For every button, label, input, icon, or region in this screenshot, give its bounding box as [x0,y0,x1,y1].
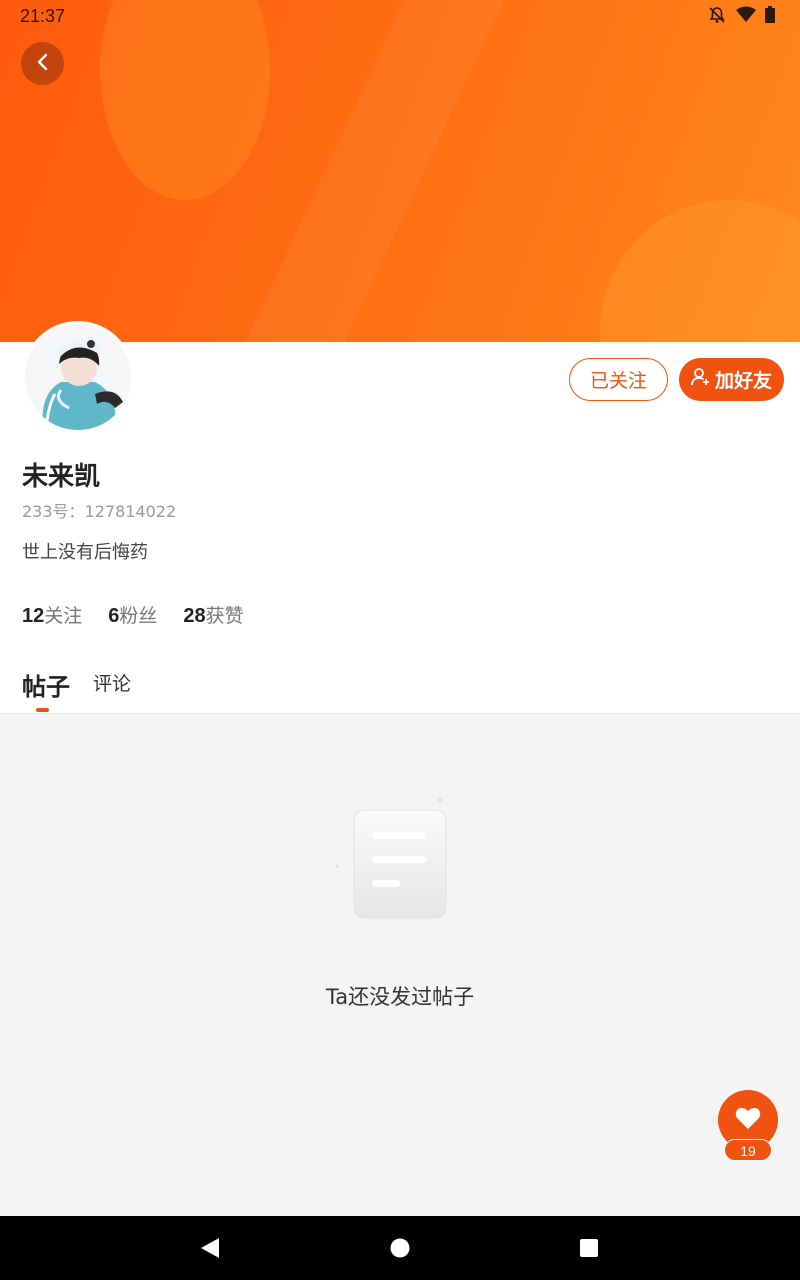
tab-comments[interactable]: 评论 [93,669,131,696]
tab-indicator [36,708,49,712]
recents-square-icon[interactable] [577,1236,601,1260]
like-count-badge: 19 [724,1139,772,1161]
user-id: 233号：127814022 [22,502,177,521]
stat-followers[interactable]: 6粉丝 [108,601,157,628]
avatar[interactable] [22,321,134,433]
battery-icon [764,6,782,24]
user-bio: 世上没有后悔药 [22,542,148,563]
banner-decoration [600,200,800,342]
stats-row: 12关注 6粉丝 28获赞 [22,601,244,628]
add-friend-button[interactable]: 加好友 [679,358,784,401]
stat-value: 12 [22,605,45,627]
stat-following[interactable]: 12关注 [22,601,82,628]
status-bar: 21:37 [0,0,800,32]
stat-likes[interactable]: 28获赞 [183,601,243,628]
profile-banner [0,0,800,342]
stat-value: 6 [108,605,120,627]
bell-off-icon [708,6,726,24]
system-nav-bar [0,1216,800,1280]
banner-decoration [245,0,505,342]
chevron-left-icon [33,52,53,76]
stat-value: 28 [183,605,206,627]
stat-label: 粉丝 [119,605,158,627]
home-circle-icon[interactable] [388,1236,412,1260]
back-button[interactable] [21,42,64,85]
add-friend-label: 加好友 [714,370,772,392]
document-icon [330,790,470,930]
add-user-icon [691,367,711,392]
username: 未来凯 [22,462,101,492]
follow-button[interactable]: 已关注 [569,358,668,401]
tab-posts[interactable]: 帖子 [22,667,70,702]
heart-icon [735,1106,761,1134]
empty-state-message: Ta还没发过帖子 [325,985,475,1009]
status-time: 21:37 [20,6,66,26]
stat-label: 获赞 [205,605,244,627]
wifi-icon [736,6,756,24]
back-triangle-icon[interactable] [198,1236,222,1260]
stat-label: 关注 [44,605,83,627]
